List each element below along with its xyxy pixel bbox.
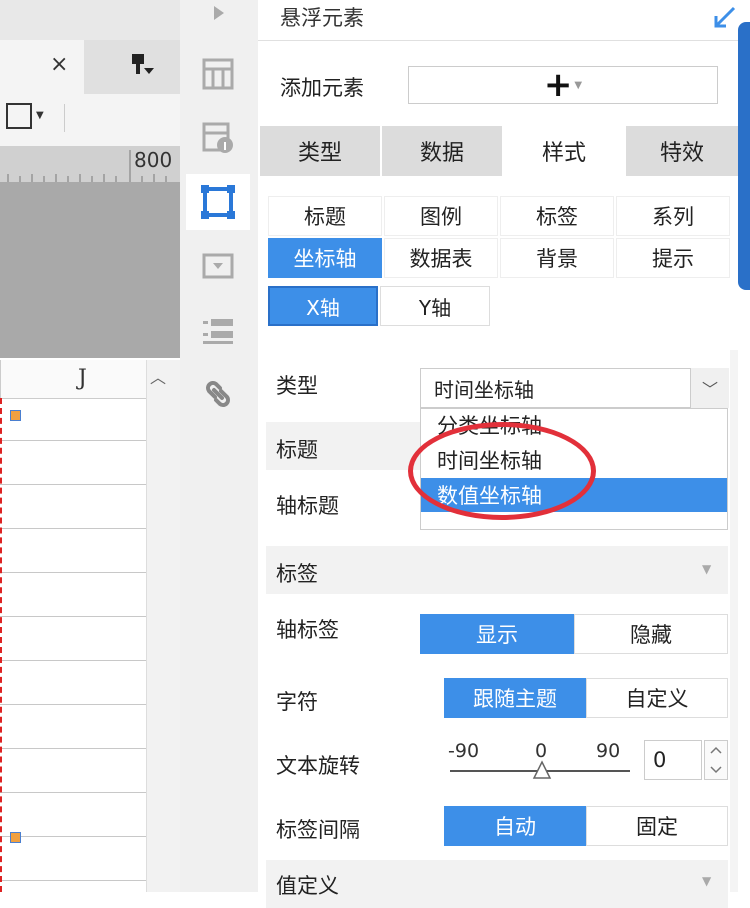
row-divider xyxy=(0,572,146,573)
close-icon[interactable]: × xyxy=(50,52,68,77)
row-divider xyxy=(0,836,146,837)
chart-canvas-area xyxy=(0,182,180,358)
axis-label-hide-button[interactable]: 隐藏 xyxy=(574,614,728,654)
subtab-legend[interactable]: 图例 xyxy=(384,196,498,236)
tab-type[interactable]: 类型 xyxy=(260,126,380,176)
add-element-label: 添加元素 xyxy=(280,76,364,100)
rotation-min-label: -90 xyxy=(448,740,480,762)
subtab-axis[interactable]: 坐标轴 xyxy=(268,238,382,278)
page-break-line xyxy=(0,398,2,892)
tab-x-axis[interactable]: X轴 xyxy=(268,286,378,326)
divider xyxy=(258,40,738,41)
rotation-mid-label: 0 xyxy=(535,740,548,762)
chevron-down-icon[interactable]: ▼ xyxy=(36,110,44,121)
subtab-background[interactable]: 背景 xyxy=(500,238,614,278)
float-element-style-icon[interactable] xyxy=(186,174,250,230)
column-header[interactable] xyxy=(0,360,147,399)
row-divider xyxy=(0,660,146,661)
expand-icon[interactable] xyxy=(712,4,738,30)
type-label: 类型 xyxy=(276,374,318,398)
row-divider xyxy=(0,616,146,617)
collapse-arrow-icon[interactable] xyxy=(212,4,226,22)
char-label: 字符 xyxy=(276,690,318,714)
chart-anchor-marker[interactable] xyxy=(10,832,21,843)
panel-edge-handle[interactable] xyxy=(738,22,750,290)
annotation-circle xyxy=(408,422,596,520)
rotation-input[interactable]: 0 xyxy=(644,740,702,780)
chevron-down-icon[interactable]: ﹀ xyxy=(690,368,729,408)
chart-layout-icon[interactable] xyxy=(186,46,250,102)
plus-icon: + xyxy=(543,65,573,105)
stepper-arrows-icon[interactable] xyxy=(705,741,727,779)
row-divider xyxy=(0,880,146,881)
axis-label-label: 轴标签 xyxy=(276,618,339,642)
panel-scrollbar[interactable] xyxy=(730,350,738,892)
subtab-title[interactable]: 标题 xyxy=(268,196,382,236)
tab-effects[interactable]: 特效 xyxy=(626,126,738,176)
section-label-label: 标签 xyxy=(276,562,318,586)
vertical-scrollbar[interactable] xyxy=(146,360,181,892)
rotation-stepper[interactable] xyxy=(704,740,728,780)
rotation-label: 文本旋转 xyxy=(276,754,360,778)
axis-title-label: 轴标题 xyxy=(276,494,339,518)
subtab-datatable[interactable]: 数据表 xyxy=(384,238,498,278)
row-divider xyxy=(0,484,146,485)
tab-style[interactable]: 样式 xyxy=(504,126,624,176)
follow-theme-button[interactable]: 跟随主题 xyxy=(444,678,586,718)
row-divider xyxy=(0,704,146,705)
row-divider xyxy=(0,748,146,749)
format-painter-icon[interactable] xyxy=(130,52,156,78)
chevron-down-icon: ▼ xyxy=(574,79,583,91)
chevron-down-icon[interactable]: ▼ xyxy=(702,562,711,576)
subtab-tooltip[interactable]: 提示 xyxy=(616,238,730,278)
row-divider xyxy=(0,792,146,793)
ruler-label: 800 xyxy=(134,148,173,172)
rotation-max-label: 90 xyxy=(596,740,621,762)
axis-label-show-button[interactable]: 显示 xyxy=(420,614,574,654)
rotation-slider-thumb[interactable] xyxy=(532,760,552,780)
interval-label: 标签间隔 xyxy=(276,818,360,842)
section-title-label: 标题 xyxy=(276,438,318,462)
list-widget-icon[interactable] xyxy=(186,302,250,358)
document-tab[interactable] xyxy=(0,40,84,94)
chevron-down-icon[interactable]: ▼ xyxy=(702,874,711,888)
add-element-button[interactable]: + ▼ xyxy=(408,66,718,104)
custom-font-button[interactable]: 自定义 xyxy=(586,678,728,718)
section-label-header[interactable] xyxy=(266,546,728,594)
dropdown-widget-icon[interactable] xyxy=(186,238,250,294)
subtab-label[interactable]: 标签 xyxy=(500,196,614,236)
row-divider xyxy=(0,440,146,441)
column-label: J xyxy=(78,366,87,391)
row-divider xyxy=(0,528,146,529)
panel-title: 悬浮元素 xyxy=(280,6,364,30)
border-icon[interactable] xyxy=(6,103,32,129)
scroll-up-icon[interactable]: ︿ xyxy=(150,364,166,388)
interval-fixed-button[interactable]: 固定 xyxy=(586,806,728,846)
tab-data[interactable]: 数据 xyxy=(382,126,502,176)
axis-type-value: 时间坐标轴 xyxy=(434,378,534,402)
tab-y-axis[interactable]: Y轴 xyxy=(380,286,490,326)
subtab-series[interactable]: 系列 xyxy=(616,196,730,236)
hyperlink-icon[interactable] xyxy=(186,366,250,422)
section-value-def-label: 值定义 xyxy=(276,874,339,898)
toolbar-divider xyxy=(64,104,65,132)
chart-anchor-marker[interactable] xyxy=(10,410,21,421)
interval-auto-button[interactable]: 自动 xyxy=(444,806,586,846)
cell-info-icon[interactable] xyxy=(186,110,250,166)
